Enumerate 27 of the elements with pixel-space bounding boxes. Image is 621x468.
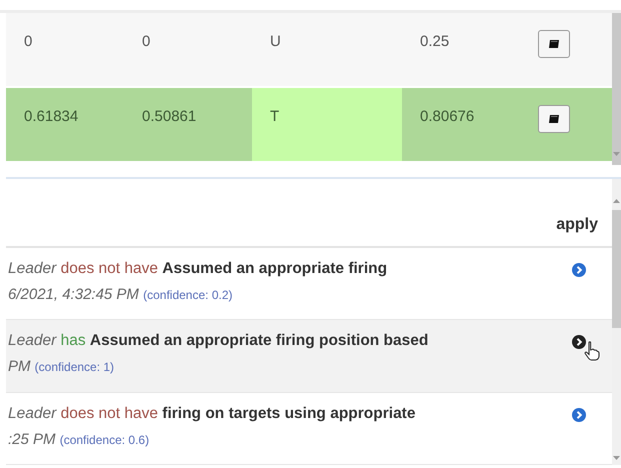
table-cell-text: 0	[23, 32, 34, 52]
table-cell-text: 0.80676	[419, 107, 476, 127]
observation-text: Leader does not have firing on targets using appropriate	[8, 404, 416, 423]
scrollbar-thumb[interactable]	[612, 210, 621, 328]
timestamp: 6/2021, 4:32:45 PM	[8, 286, 139, 303]
confidence-text: (confidence: 0.6)	[60, 432, 150, 447]
table-cell: T	[252, 88, 402, 161]
table-cell-text: U	[269, 32, 282, 52]
timestamp: PM	[8, 358, 30, 376]
tablet-icon	[548, 39, 560, 49]
view-button[interactable]	[538, 105, 570, 133]
table-cell-text: 0	[141, 32, 152, 52]
table-cell-text: 0.25	[419, 32, 450, 52]
table-cell-text: 0.61834	[23, 107, 80, 127]
observation-text: Leader does not have Assumed an appropriate firing	[8, 260, 388, 278]
hand-cursor-icon	[584, 341, 600, 362]
chevron-right-icon[interactable]	[572, 335, 586, 350]
confidence-text: (confidence: 1)	[34, 360, 114, 374]
confidence-text: (confidence: 0.2)	[143, 288, 232, 302]
column-header: apply	[556, 216, 598, 234]
hovered-row[interactable]: Leader has Assumed an appropriate firing position based PM (confidence: 1)	[6, 320, 612, 393]
list-row[interactable]: Leader does not have firing on targets using appropriate :25 PM (confidence: 0.6)	[6, 392, 612, 465]
view-button[interactable]	[538, 30, 570, 58]
observation-text: Leader has Assumed an appropriate firing position based	[8, 332, 430, 350]
timestamp: :25 PM	[8, 430, 56, 448]
table-cell-text: 0.50861	[141, 107, 198, 127]
tablet-icon	[548, 114, 560, 124]
